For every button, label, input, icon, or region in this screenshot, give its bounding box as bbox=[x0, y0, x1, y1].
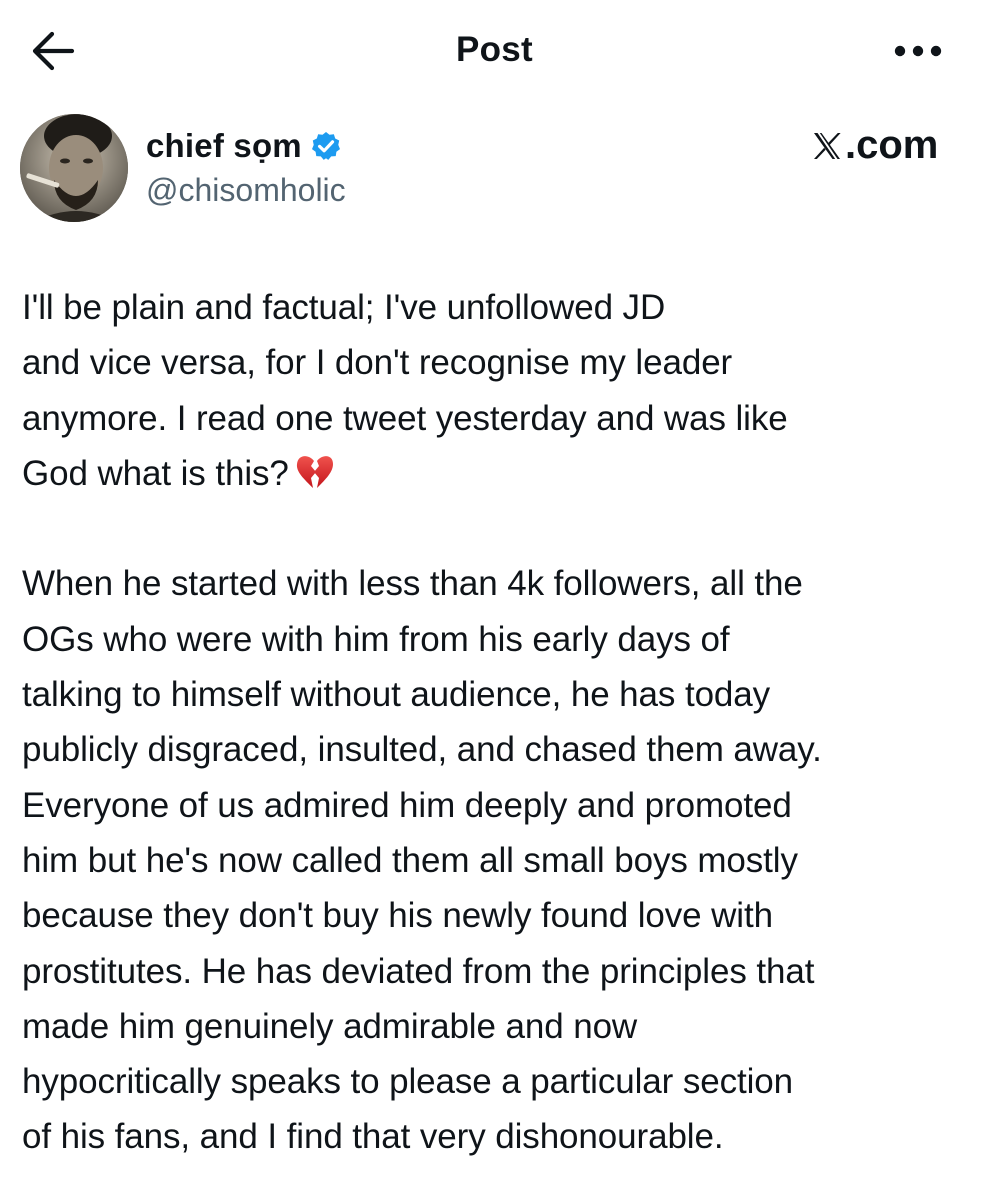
post-line: hypocritically speaks to please a partic… bbox=[22, 1062, 794, 1102]
top-bar: Post bbox=[0, 0, 989, 100]
post-line: talking to himself without audience, he … bbox=[22, 675, 771, 715]
post-line: I'll be plain and factual; I've unfollow… bbox=[22, 288, 666, 327]
post-line: Everyone of us admired him deeply and pr… bbox=[22, 785, 792, 825]
author-name: chief sọm bbox=[146, 127, 302, 164]
post-line: When he started with less than 4k follow… bbox=[22, 564, 803, 604]
post-line: anymore. I read one tweet yesterday and … bbox=[22, 398, 788, 438]
post-line-with-emoji: God what is this? bbox=[22, 446, 972, 501]
x-logo-icon bbox=[814, 132, 841, 159]
post-line: OGs who were with him from his early day… bbox=[22, 619, 730, 659]
post-line: and vice versa, for I don't recognise my… bbox=[22, 343, 733, 383]
post-line: publicly disgraced, insulted, and chased… bbox=[22, 730, 822, 770]
post-line: because they don't buy his newly found l… bbox=[22, 896, 773, 936]
x-com-brand: .com bbox=[812, 123, 938, 168]
post-line: prostitutes. He has deviated from the pr… bbox=[22, 951, 815, 991]
avatar-photo bbox=[20, 114, 128, 222]
x-com-label: .com bbox=[845, 123, 939, 167]
post-text: I'll be plain and factual; I've unfollow… bbox=[22, 280, 972, 1165]
post-line: made him genuinely admirable and now bbox=[22, 1006, 638, 1046]
author-name-row[interactable]: chief sọm bbox=[146, 125, 342, 167]
more-options-button[interactable] bbox=[890, 36, 946, 66]
more-horizontal-icon bbox=[894, 45, 942, 57]
post-line: of his fans, and I find that very dishon… bbox=[22, 1117, 724, 1157]
post-line: God what is this? bbox=[22, 453, 289, 493]
author-handle[interactable]: @chisomholic bbox=[146, 172, 346, 209]
post-line: him but he's now called them all small b… bbox=[22, 840, 798, 880]
avatar[interactable] bbox=[20, 114, 128, 222]
broken-heart-icon bbox=[296, 455, 333, 488]
page-title: Post bbox=[455, 30, 534, 69]
verified-badge-icon bbox=[311, 132, 340, 160]
